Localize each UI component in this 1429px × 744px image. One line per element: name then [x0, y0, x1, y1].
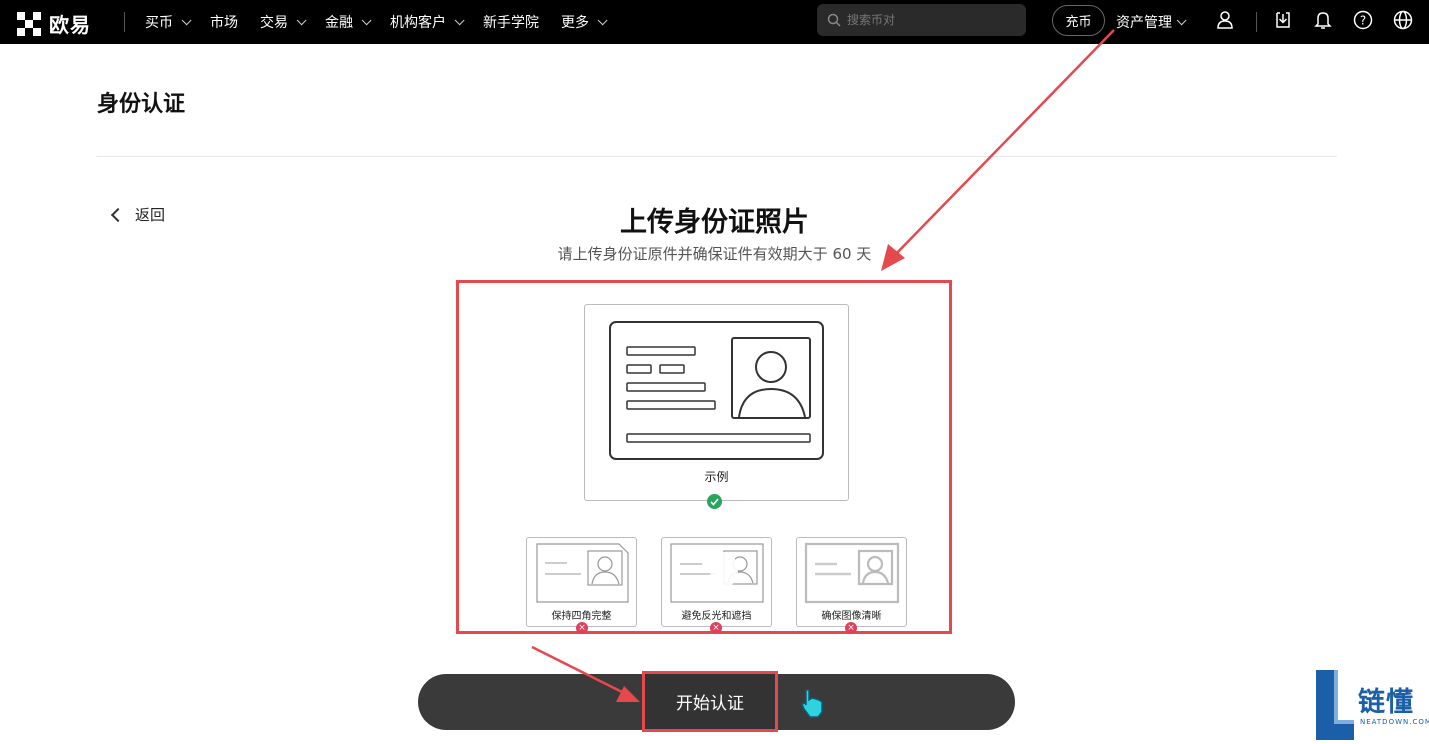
annotation-arrow-head	[616, 686, 640, 702]
watermark-text: 链懂	[1358, 687, 1414, 718]
watermark-subtext: NEATDOWN.COM	[1360, 718, 1429, 726]
annotation-arrow-line	[531, 645, 629, 697]
annotation-arrow-line	[891, 29, 1115, 259]
annotation-arrows	[531, 29, 1115, 718]
hand-pointer-icon	[801, 689, 823, 718]
